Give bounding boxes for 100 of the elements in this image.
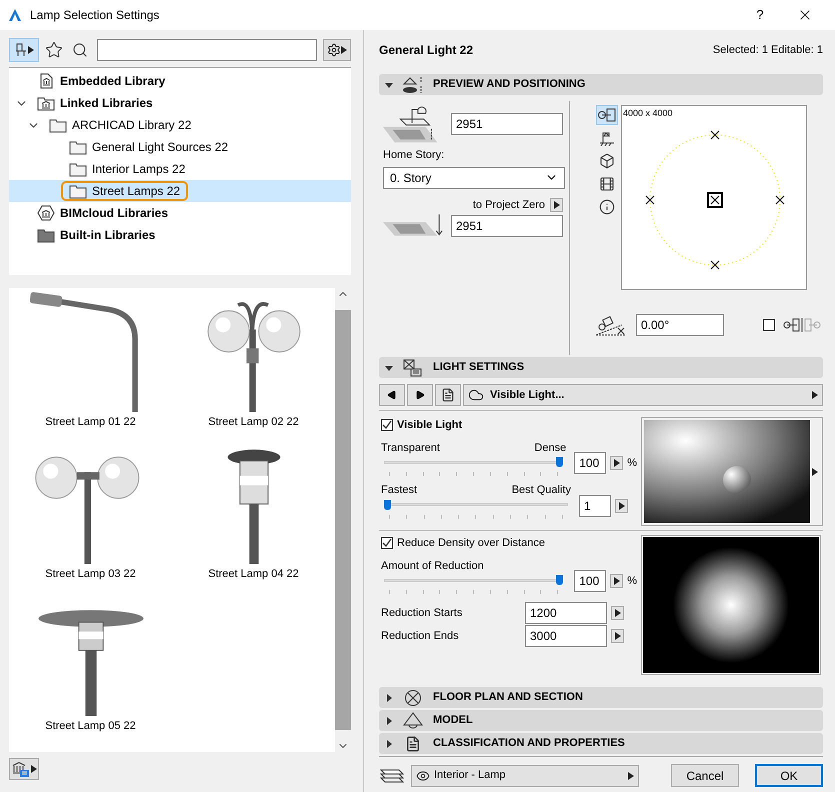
tree-item[interactable]: Embedded Library	[29, 71, 174, 91]
tree-item[interactable]: Interior Lamps 22	[61, 159, 194, 179]
section-header[interactable]: PREVIEW AND POSITIONING	[379, 74, 823, 95]
number-field[interactable]: 2951	[451, 215, 563, 237]
tree-item[interactable]: Built-in Libraries	[29, 225, 164, 245]
collapse-arrow-icon	[385, 80, 393, 88]
slider-track[interactable]	[384, 500, 568, 510]
slider-label: Amount of Reduction	[381, 558, 484, 574]
section-header[interactable]: FLOOR PLAN AND SECTION	[379, 687, 823, 708]
plan-icon	[597, 108, 617, 122]
story-dropdown[interactable]: 0. Story	[383, 166, 565, 188]
step-button[interactable]	[615, 498, 628, 512]
folder-icon	[69, 161, 87, 177]
folder-icon	[37, 95, 55, 111]
section-header[interactable]: CLASSIFICATION AND PROPERTIES	[379, 733, 823, 754]
folder-icon	[69, 139, 87, 155]
lamp-icon	[402, 712, 424, 730]
slider-track[interactable]	[384, 575, 564, 585]
gallery-item[interactable]: Street Lamp 05 22	[9, 592, 172, 744]
light-settings-icon	[403, 358, 423, 376]
tree-item[interactable]: BIMcloud Libraries	[29, 203, 176, 223]
previous-icon	[387, 390, 397, 400]
favorites-icon[interactable]	[45, 41, 63, 59]
search-field[interactable]	[97, 39, 317, 61]
slider-label: Fastest	[381, 483, 418, 498]
step-button[interactable]	[611, 606, 624, 620]
object-type-button[interactable]	[9, 38, 39, 62]
library-icon	[12, 761, 30, 777]
gallery-item[interactable]: Street Lamp 02 22	[172, 288, 335, 440]
selection-count: Selected: 1 Editable: 1	[712, 42, 823, 58]
step-button[interactable]	[610, 456, 624, 470]
field-label: Reduction Starts	[381, 606, 464, 621]
expand-arrow-icon	[385, 716, 393, 724]
number-field[interactable]: 3000	[525, 625, 607, 647]
section-header[interactable]: LIGHT SETTINGS	[379, 357, 823, 378]
slider-label: Best Quality	[512, 483, 571, 498]
search-icon[interactable]	[72, 42, 88, 58]
tree-item[interactable]: Linked Libraries	[29, 93, 161, 113]
mirror-icon	[783, 318, 823, 332]
tree-item[interactable]: General Light Sources 22	[61, 137, 236, 157]
field-label: Reduction Ends	[381, 628, 460, 644]
cube-icon	[599, 153, 615, 169]
unit-label: %	[627, 456, 637, 471]
gallery-item[interactable]: Street Lamp 04 22	[172, 440, 335, 592]
project-zero-icon	[383, 214, 445, 238]
tree-item[interactable]: Street Lamps 22	[61, 181, 188, 201]
next-icon	[415, 390, 425, 400]
object-name: General Light 22	[379, 42, 474, 59]
gallery-item[interactable]: Street Lamp 01 22	[9, 288, 172, 440]
circled-x-icon	[404, 688, 422, 706]
collapse-arrow-icon	[385, 364, 393, 372]
slider-thumb[interactable]	[556, 457, 564, 467]
caret-icon	[30, 765, 36, 773]
help-button[interactable]: ?	[745, 5, 775, 25]
number-field[interactable]: 1	[579, 494, 611, 516]
info-icon	[599, 199, 615, 215]
section-header[interactable]: MODEL	[379, 710, 823, 731]
slider-thumb[interactable]	[556, 575, 564, 585]
checkbox[interactable]	[381, 537, 393, 550]
number-field[interactable]: 2951	[451, 113, 563, 135]
next-button[interactable]	[407, 384, 433, 406]
section-icon	[598, 130, 616, 146]
arrow-icon	[614, 609, 620, 617]
slider-label: Dense	[534, 440, 566, 456]
arrow-icon	[614, 577, 620, 585]
settings-icon	[327, 43, 341, 57]
tree-item[interactable]: ARCHICAD Library 22	[41, 115, 200, 135]
number-field[interactable]: 100	[574, 570, 606, 592]
unit-label: %	[627, 574, 637, 589]
preset-dropdown[interactable]: Visible Light...	[463, 384, 823, 406]
view-button[interactable]	[596, 105, 618, 125]
number-field[interactable]: 1200	[525, 602, 607, 624]
size-label: 4000 x 4000	[623, 107, 673, 120]
hexagon-icon	[37, 205, 55, 221]
step-button[interactable]	[550, 198, 563, 212]
export-button[interactable]	[435, 384, 461, 406]
angle-field[interactable]: 0.00°	[636, 314, 724, 336]
settings-button[interactable]	[323, 39, 351, 61]
step-button[interactable]	[610, 574, 624, 588]
field-label: Home Story:	[383, 148, 446, 163]
chair-icon	[14, 43, 26, 57]
window-title: Lamp Selection Settings	[30, 7, 160, 24]
dialog-button[interactable]: OK	[755, 764, 823, 787]
library-manager-button[interactable]	[9, 758, 39, 780]
previous-button[interactable]	[379, 384, 405, 406]
checkbox-label: Visible Light	[397, 418, 462, 433]
checkbox[interactable]	[381, 419, 393, 432]
dialog-button[interactable]: Cancel	[671, 764, 739, 787]
step-button[interactable]	[611, 629, 624, 643]
slider-thumb[interactable]	[384, 500, 391, 510]
expand-icon	[812, 468, 818, 476]
expand-arrow-icon	[385, 740, 393, 748]
slider-track[interactable]	[384, 457, 564, 467]
layer-dropdown[interactable]: Interior - Lamp	[411, 764, 639, 786]
caret-icon	[28, 46, 34, 54]
arrow-icon	[614, 632, 620, 640]
checkbox[interactable]	[763, 319, 775, 331]
film-icon	[599, 176, 615, 192]
number-field[interactable]: 100	[574, 452, 606, 474]
gallery-item[interactable]: Street Lamp 03 22	[9, 440, 172, 592]
